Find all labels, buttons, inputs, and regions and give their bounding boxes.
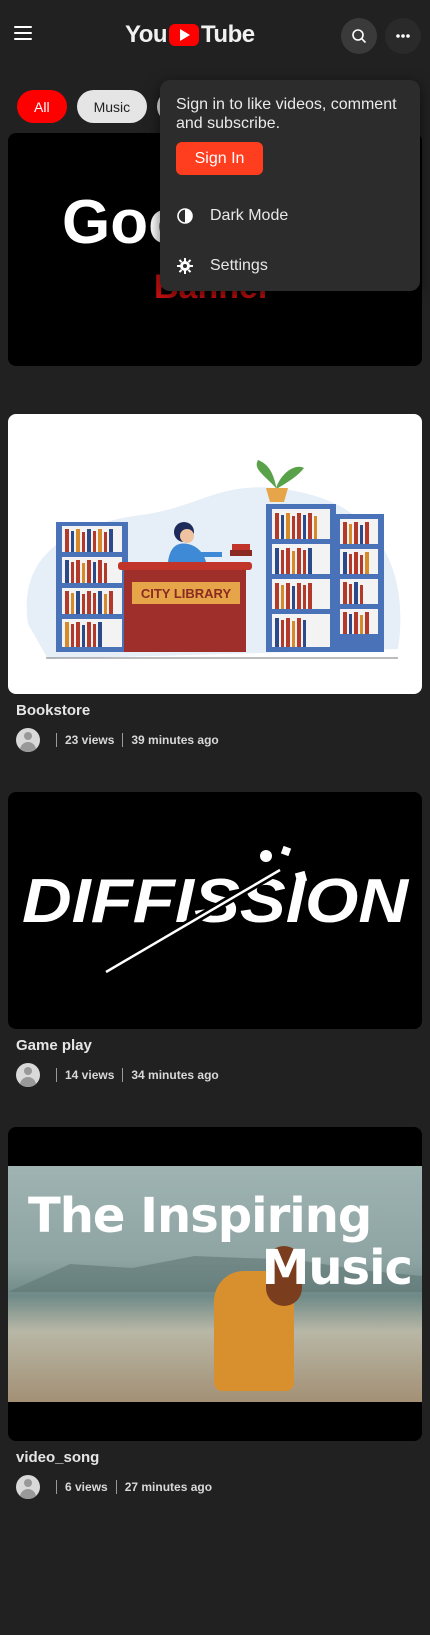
channel-avatar[interactable] [16,728,40,752]
channel-avatar[interactable] [16,1063,40,1087]
logo-text-left: You [125,21,168,48]
divider [115,1480,117,1494]
upload-time: 34 minutes ago [131,1068,219,1082]
view-count: 14 views [65,1068,115,1082]
video-title-song[interactable]: video_song [16,1449,99,1466]
library-illustration: CITY LIBRARY [26,460,401,659]
contrast-icon [176,207,194,225]
signin-message: Sign in to like videos, comment and subs… [176,96,397,132]
video-title-gameplay[interactable]: Game play [16,1037,92,1054]
video-thumbnail-gameplay[interactable]: DIFFISSION [8,792,422,1029]
more-horizontal-icon [396,34,410,38]
logo-text-right: Tube [201,21,255,48]
library-sign-text: CITY LIBRARY [141,586,232,601]
youtube-logo[interactable]: You Tube [125,20,255,50]
divider [122,733,124,747]
divider [56,1068,57,1082]
menu-icon[interactable] [14,26,32,40]
video-meta-gameplay: 14 views 34 minutes ago [16,1063,219,1087]
search-icon [352,29,366,43]
channel-avatar[interactable] [16,1475,40,1499]
view-count: 6 views [65,1480,108,1494]
top-bar: You Tube [0,0,430,72]
gear-icon [176,257,194,275]
video-meta-bookstore: 23 views 39 minutes ago [16,728,219,752]
video-meta-song: 6 views 27 minutes ago [16,1475,212,1499]
thumb-text-diffission: DIFFISSION [22,867,409,936]
upload-time: 27 minutes ago [124,1480,213,1494]
divider [122,1068,124,1082]
diffission-logo: DIFFISSION [22,845,409,976]
signin-button[interactable]: Sign In [176,142,263,175]
menu-item-settings[interactable]: Settings [176,254,268,278]
divider [56,1480,57,1494]
search-button[interactable] [341,18,377,54]
beach-photo: The Inspiring Music [8,1166,422,1402]
video-thumbnail-bookstore[interactable]: CITY LIBRARY [8,414,422,694]
play-icon [169,24,200,46]
upload-time: 39 minutes ago [131,733,219,747]
thumb-line-1: The Inspiring [28,1188,372,1244]
view-count: 23 views [65,733,115,747]
more-options-button[interactable] [385,18,421,54]
chip-all[interactable]: All [17,90,67,123]
video-title-bookstore[interactable]: Bookstore [16,702,90,719]
menu-item-label: Settings [210,257,268,274]
chip-music[interactable]: Music [76,90,148,123]
video-thumbnail-song[interactable]: The Inspiring Music [8,1127,422,1441]
thumb-line-2: Music [261,1240,413,1296]
menu-item-dark-mode[interactable]: Dark Mode [176,204,288,228]
divider [56,733,57,747]
menu-item-label: Dark Mode [210,207,289,224]
